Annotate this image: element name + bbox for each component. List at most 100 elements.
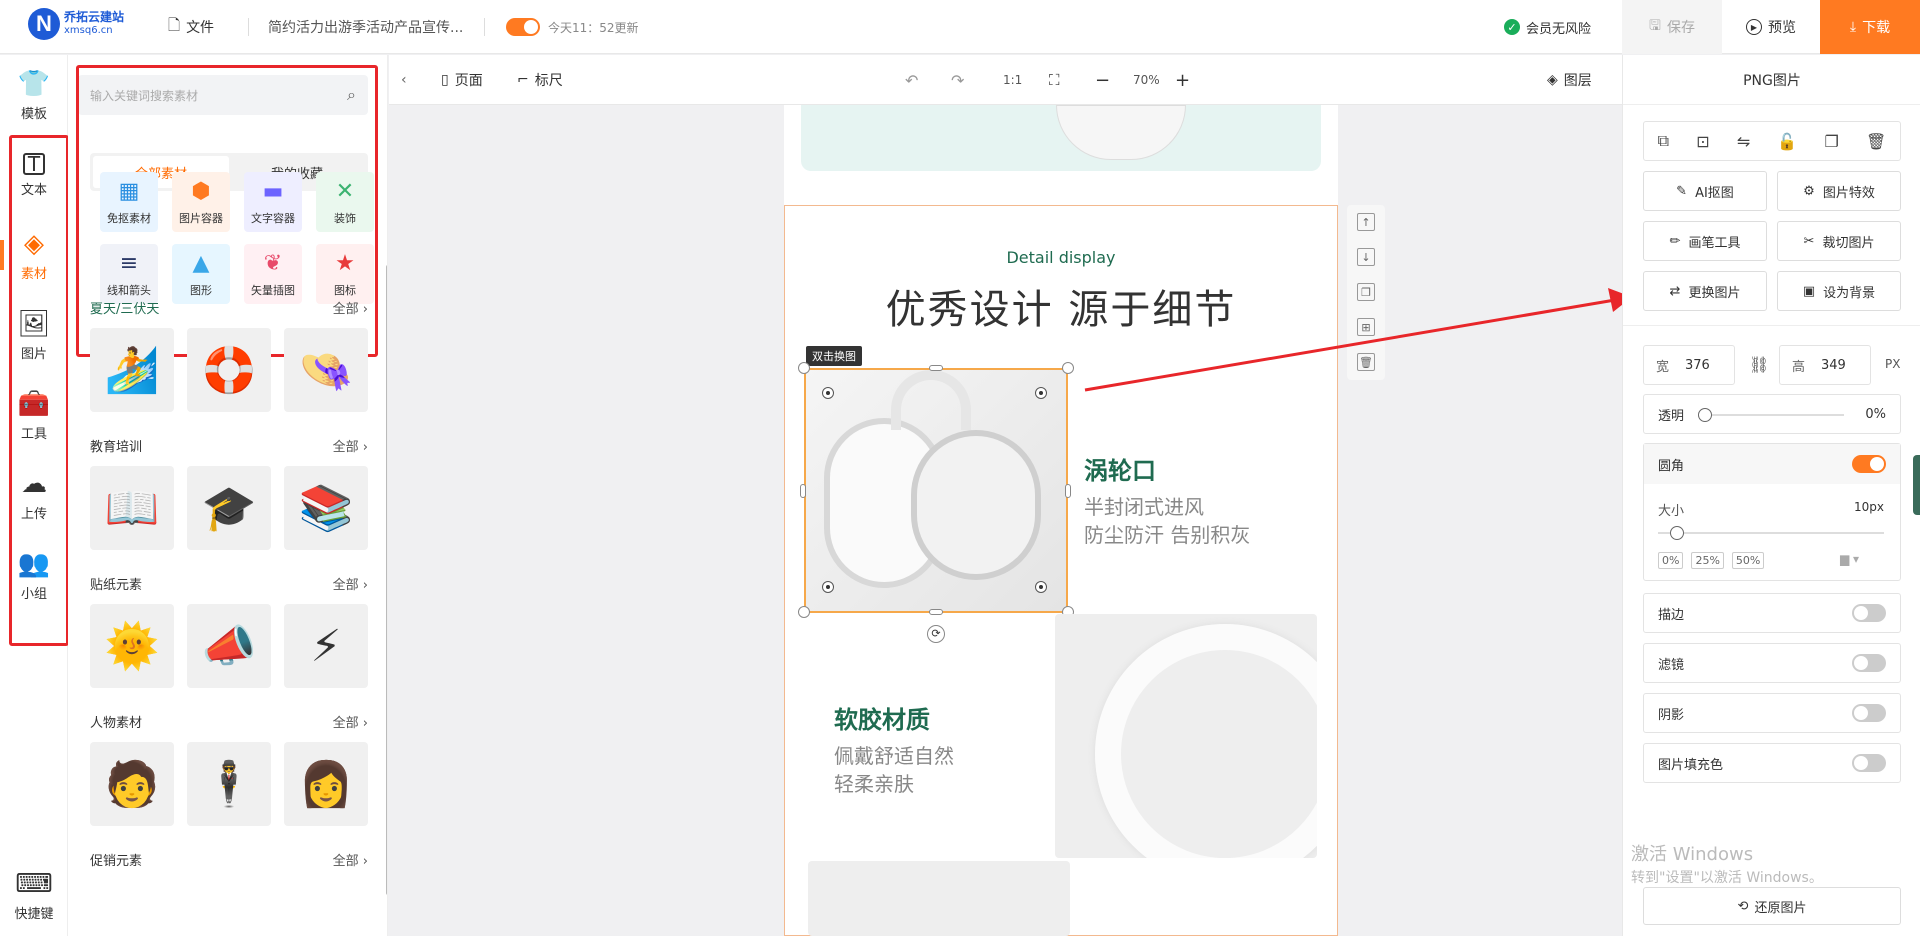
crop-point[interactable]	[1035, 387, 1047, 399]
resize-handle-bottom[interactable]	[929, 609, 943, 615]
page-button[interactable]: ▯ 页面	[441, 55, 483, 105]
undo-icon[interactable]: ↶	[905, 55, 918, 105]
section-more-link[interactable]: 全部 ›	[333, 298, 368, 318]
collapse-panel-icon[interactable]: ‹	[401, 55, 407, 105]
redo-icon[interactable]: ↷	[951, 55, 964, 105]
chevron-right-icon: ›	[358, 854, 368, 869]
material-thumbnail[interactable]: 🏄	[90, 328, 174, 412]
windows-watermark-text: 转到"设置"以激活 Windows。	[1631, 870, 1823, 886]
resize-handle-left[interactable]	[800, 484, 806, 498]
filter-toggle[interactable]	[1852, 654, 1886, 672]
section-subtitle[interactable]: Detail display	[784, 248, 1338, 267]
size-slider[interactable]	[1658, 532, 1884, 534]
tool-button[interactable]: ✎ AI抠图	[1643, 171, 1767, 211]
stroke-toggle[interactable]	[1852, 604, 1886, 622]
section-more-link[interactable]: 全部 ›	[333, 712, 368, 732]
crop-point[interactable]	[822, 387, 834, 399]
member-status[interactable]: 会员无风险	[1526, 18, 1591, 37]
next-image[interactable]	[808, 861, 1070, 936]
tool-button[interactable]: ✂ 裁切图片	[1777, 221, 1901, 261]
duplicate-icon[interactable]: ❐	[1825, 132, 1839, 151]
feature1-line2[interactable]: 防尘防汗 告别积灰	[1084, 519, 1250, 548]
tool-button[interactable]: ⚙ 图片特效	[1777, 171, 1901, 211]
image-action-row: ⧉ ⊡ ⇋ 🔓 ❐ 🗑	[1643, 121, 1901, 161]
delete-icon[interactable]: 🗑	[1866, 132, 1886, 151]
download-button[interactable]: ⤓ 下载	[1820, 0, 1920, 54]
file-menu[interactable]: 🗋 文件	[168, 0, 214, 54]
section-header: 夏天/三伏天 全部 ›	[90, 298, 368, 318]
preset-25[interactable]: 25%	[1691, 552, 1724, 569]
layer-order-icon[interactable]: ⧉	[1658, 131, 1669, 151]
document-title[interactable]: 简约活力出游季活动产品宣传...	[268, 0, 463, 54]
feature1-title[interactable]: 涡轮口	[1084, 451, 1156, 486]
width-field[interactable]: 宽 376	[1643, 345, 1735, 385]
material-thumbnail[interactable]: 👒	[284, 328, 368, 412]
shadow-toggle[interactable]	[1852, 704, 1886, 722]
resize-handle-right[interactable]	[1065, 484, 1071, 498]
panel-scrollbar[interactable]	[386, 265, 387, 895]
material-thumbnail[interactable]: 📣	[187, 604, 271, 688]
crop-point[interactable]	[822, 581, 834, 593]
opacity-slider[interactable]	[1702, 414, 1844, 416]
material-thumbnail[interactable]: 📖	[90, 466, 174, 550]
section-more-link[interactable]: 全部 ›	[333, 436, 368, 456]
properties-panel: PNG图片 ⧉ ⊡ ⇋ 🔓 ❐ 🗑 ✎ AI抠图 ⚙ 图片特效 ✏ 画笔工具 ✂ 裁切图片 ⇄ 更…	[1622, 55, 1920, 936]
tool-button[interactable]: ✏ 画笔工具	[1643, 221, 1767, 261]
size-slider-thumb[interactable]	[1670, 526, 1684, 540]
ratio-button[interactable]: 1:1	[1003, 55, 1022, 105]
cable-image[interactable]	[1055, 614, 1317, 858]
unit-label: PX	[1885, 357, 1901, 371]
material-thumbnail[interactable]: 🕴	[187, 742, 271, 826]
rotate-icon[interactable]: ⟳	[927, 625, 945, 643]
design-canvas[interactable]: Detail display 优秀设计 源于细节 双击换图 ⟳ 涡轮口 半封闭式…	[784, 105, 1338, 936]
crop-point[interactable]	[1035, 581, 1047, 593]
feature2-title[interactable]: 软胶材质	[834, 700, 930, 735]
side-widget-handle[interactable]	[1913, 455, 1920, 515]
move-down-icon[interactable]: ↓	[1357, 248, 1375, 266]
feature2-line1[interactable]: 佩戴舒适自然	[834, 740, 954, 769]
flip-icon[interactable]: ⇋	[1737, 132, 1750, 151]
resize-handle-bl[interactable]	[798, 606, 810, 618]
preview-button[interactable]: ▶ 预览	[1722, 0, 1820, 54]
fill-color-toggle[interactable]	[1852, 754, 1886, 772]
zoom-level[interactable]: 70%	[1133, 55, 1160, 105]
feature1-line1[interactable]: 半封闭式进风	[1084, 491, 1204, 520]
ruler-button[interactable]: ⌐ 标尺	[517, 55, 563, 105]
move-up-icon[interactable]: ↑	[1357, 213, 1375, 231]
fit-screen-icon[interactable]: ⛶	[1049, 55, 1060, 105]
resize-handle-tr[interactable]	[1062, 362, 1074, 374]
link-icon[interactable]: ⛓	[1749, 355, 1769, 374]
resize-handle-tl[interactable]	[798, 362, 810, 374]
layers-button[interactable]: ◈ 图层	[1547, 55, 1592, 105]
tool-button[interactable]: ▣ 设为背景	[1777, 271, 1901, 311]
restore-image-button[interactable]: ⟲ 还原图片	[1643, 887, 1901, 925]
preset-50[interactable]: 50%	[1731, 552, 1765, 569]
autosave-toggle[interactable]	[506, 18, 540, 36]
material-thumbnail[interactable]: 👩	[284, 742, 368, 826]
material-thumbnail[interactable]: 🧑	[90, 742, 174, 826]
zoom-out-icon[interactable]: −	[1095, 55, 1110, 105]
section-more-link[interactable]: 全部 ›	[333, 574, 368, 594]
height-field[interactable]: 高 349	[1779, 345, 1871, 385]
feature2-line2[interactable]: 轻柔亲肤	[834, 768, 914, 797]
material-thumbnail[interactable]: 🛟	[187, 328, 271, 412]
opacity-slider-thumb[interactable]	[1698, 408, 1712, 422]
shortcut-button[interactable]: ⌨ 快捷键	[0, 855, 68, 935]
resize-handle-top[interactable]	[929, 365, 943, 371]
nav-item-template[interactable]: 👕 模板	[0, 55, 68, 135]
lock-icon[interactable]: 🔓	[1777, 132, 1797, 151]
align-icon[interactable]: ⊡	[1696, 132, 1709, 151]
zoom-in-icon[interactable]: +	[1175, 55, 1190, 105]
material-thumbnail[interactable]: ⚡	[284, 604, 368, 688]
material-thumbnail[interactable]: 📚	[284, 466, 368, 550]
save-button[interactable]: 🖫 保存	[1622, 0, 1722, 54]
tool-button[interactable]: ⇄ 更换图片	[1643, 271, 1767, 311]
material-thumbnail[interactable]: 🌞	[90, 604, 174, 688]
preset-0[interactable]: 0%	[1658, 552, 1684, 569]
logo[interactable]: N 乔拓云建站 xmsq6.cn	[28, 8, 124, 40]
selected-image[interactable]	[804, 368, 1068, 613]
radius-toggle[interactable]	[1852, 455, 1886, 473]
section-more-link[interactable]: 全部 ›	[333, 850, 368, 870]
corner-style-dropdown[interactable]: ▆ ▾	[1840, 552, 1859, 566]
material-thumbnail[interactable]: 🎓	[187, 466, 271, 550]
